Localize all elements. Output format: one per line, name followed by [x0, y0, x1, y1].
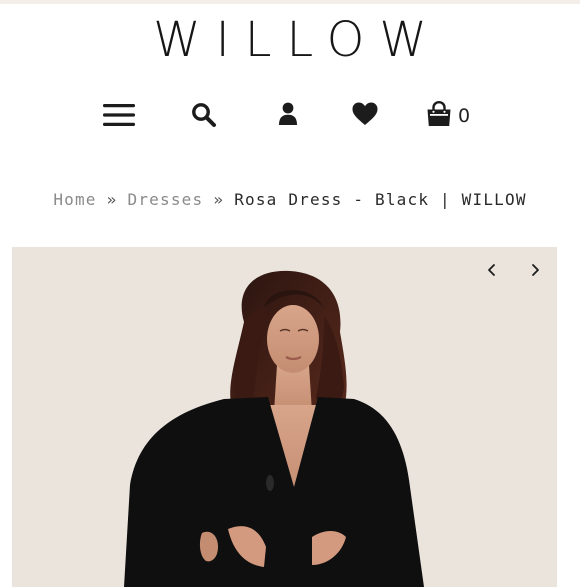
breadcrumb-separator: »: [106, 190, 118, 209]
wishlist-heart-icon[interactable]: [352, 102, 378, 126]
breadcrumb-home-link[interactable]: Home: [53, 190, 96, 209]
product-photo-model: [124, 270, 424, 587]
top-announcement-strip: [0, 0, 580, 4]
cart-count[interactable]: 0: [458, 104, 470, 128]
chevron-right-icon: [532, 264, 539, 276]
breadcrumb: Home » Dresses » Rosa Dress - Black | WILLOW: [0, 189, 580, 211]
site-logo[interactable]: WILLOW: [0, 12, 580, 68]
breadcrumb-dresses-link[interactable]: Dresses: [128, 190, 204, 209]
gallery-next-button[interactable]: [525, 259, 545, 281]
account-icon[interactable]: [278, 102, 298, 126]
product-image-gallery[interactable]: [12, 247, 557, 587]
breadcrumb-current-page: Rosa Dress - Black | WILLOW: [234, 190, 527, 209]
search-icon[interactable]: [191, 102, 217, 128]
gallery-prev-button[interactable]: [482, 259, 502, 281]
chevron-left-icon: [488, 264, 495, 276]
cart-bag-icon[interactable]: [426, 101, 452, 127]
menu-icon[interactable]: [103, 102, 135, 128]
breadcrumb-separator: »: [213, 190, 225, 209]
